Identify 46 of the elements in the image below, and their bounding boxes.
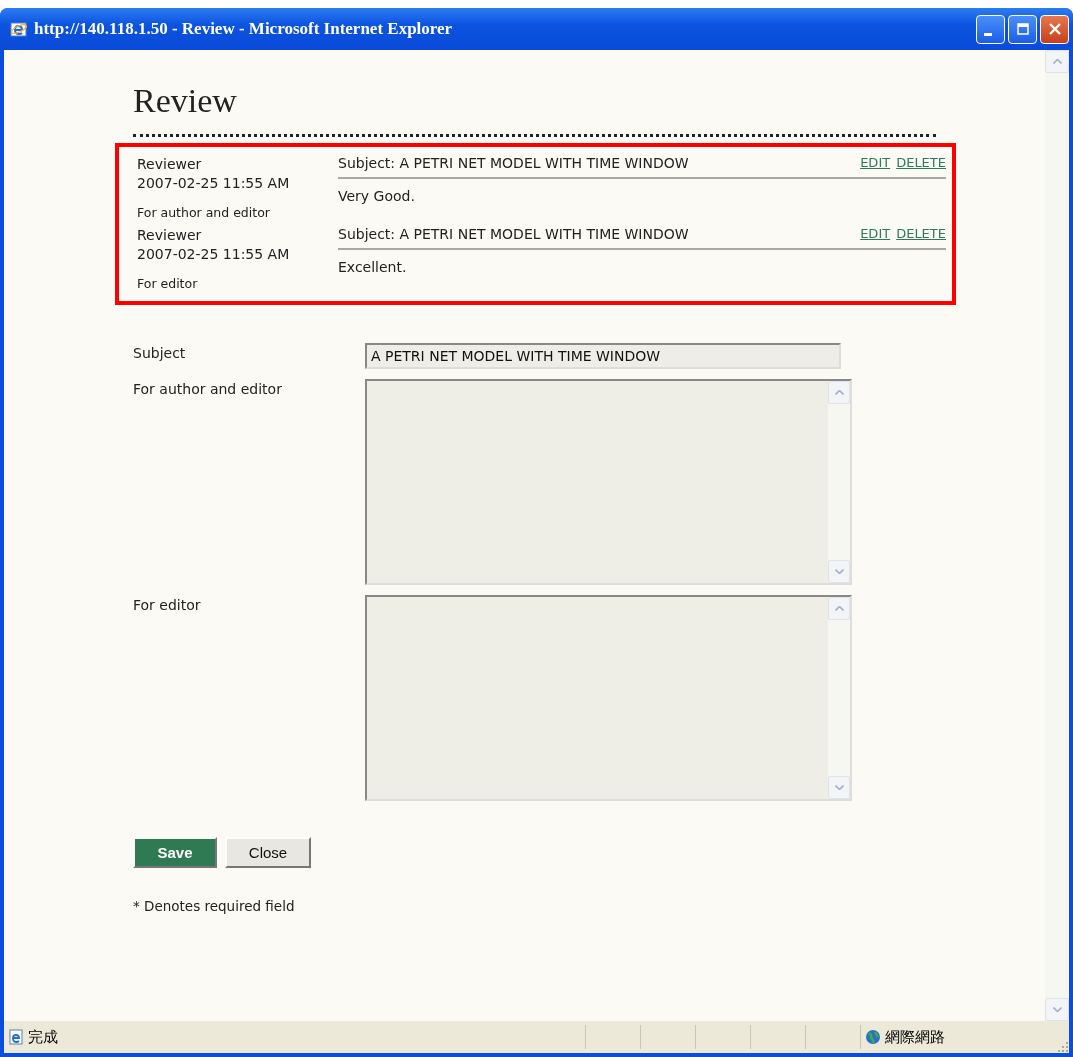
close-icon	[1048, 23, 1061, 35]
review-text: Excellent.	[338, 259, 408, 275]
review-subject: Subject: A PETRI NET MODEL WITH TIME WINDOW	[338, 155, 689, 171]
maximize-button[interactable]	[1008, 14, 1037, 44]
minimize-button[interactable]	[976, 14, 1005, 44]
subject-field[interactable]: A PETRI NET MODEL WITH TIME WINDOW	[365, 343, 841, 369]
scroll-up-button[interactable]	[1045, 50, 1069, 73]
review-text: Very Good.	[338, 188, 416, 204]
text-area[interactable]	[365, 379, 852, 585]
field-label: For editor	[133, 596, 202, 615]
close-button[interactable]	[1040, 14, 1069, 44]
close-button[interactable]: Close	[225, 837, 311, 868]
page-title: Review	[133, 82, 238, 120]
field-label: For author and editor	[133, 380, 283, 399]
scrollbar[interactable]	[828, 597, 850, 799]
action-link[interactable]: DELETE	[896, 155, 946, 171]
required-note: * Denotes required field	[133, 898, 296, 914]
browser-icon	[10, 20, 28, 38]
scroll-down-button[interactable]	[1045, 998, 1069, 1021]
save-button[interactable]: Save	[133, 837, 217, 868]
action-link[interactable]: EDIT	[860, 226, 891, 242]
review-date: 2007-02-25 11:55 AM	[137, 174, 291, 193]
page-icon	[8, 1029, 24, 1045]
audience-label: For editor	[137, 275, 199, 293]
resize-grip-icon	[1057, 1041, 1069, 1053]
scroll-down-button[interactable]	[828, 776, 850, 799]
review-subject: Subject: A PETRI NET MODEL WITH TIME WINDOW	[338, 226, 689, 242]
scrollbar[interactable]	[1045, 50, 1069, 1021]
scrollbar[interactable]	[828, 381, 850, 583]
globe-icon	[865, 1029, 881, 1045]
minimize-icon	[983, 32, 992, 36]
zone-text: 網際網路	[885, 1027, 945, 1047]
action-link[interactable]: EDIT	[860, 155, 891, 171]
reviewer-name: Reviewer	[137, 226, 203, 245]
scroll-up-button[interactable]	[828, 381, 850, 404]
review-date: 2007-02-25 11:55 AM	[137, 245, 291, 264]
action-link[interactable]: DELETE	[896, 226, 946, 242]
field-label: Subject	[133, 344, 187, 363]
text-area[interactable]	[365, 595, 852, 801]
status-text: 完成	[28, 1027, 58, 1047]
maximize-icon	[1016, 23, 1029, 35]
scroll-down-button[interactable]	[828, 560, 850, 583]
window-title: http://140.118.1.50 - Review - Microsoft Internet Explorer	[34, 19, 454, 39]
audience-label: For author and editor	[137, 204, 271, 222]
reviewer-name: Reviewer	[137, 155, 203, 174]
scroll-up-button[interactable]	[828, 597, 850, 620]
